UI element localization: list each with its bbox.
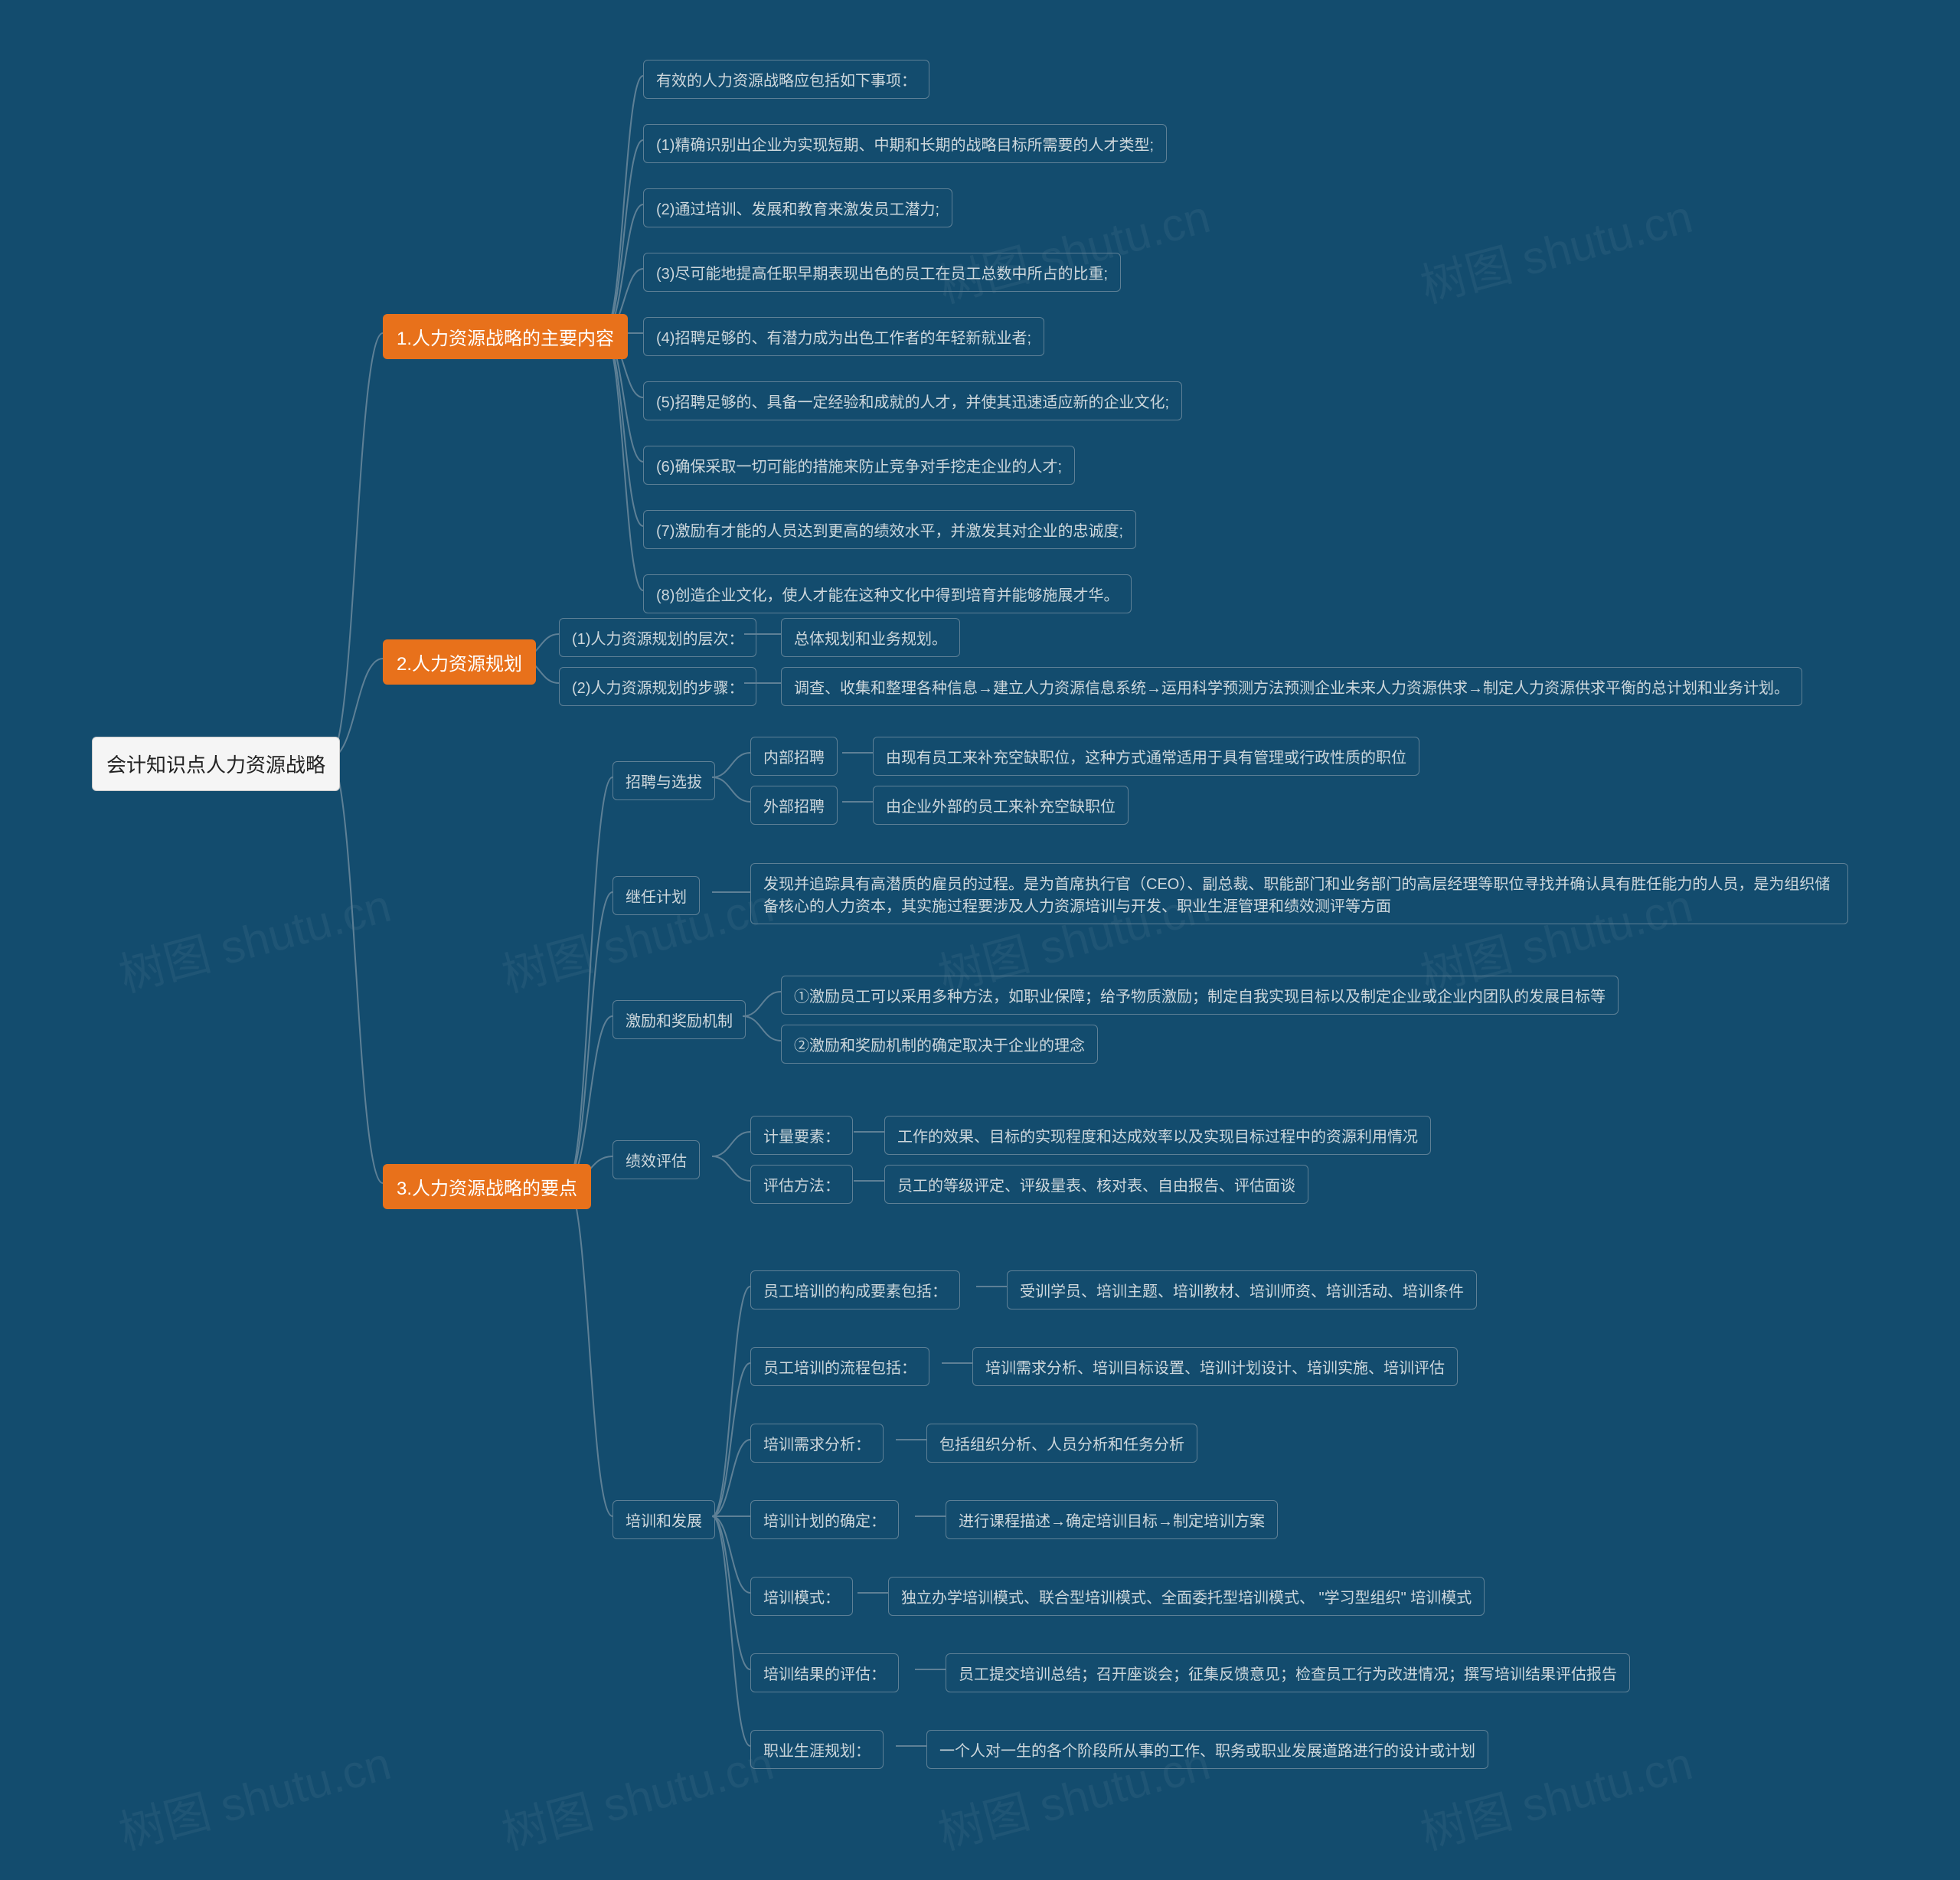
branch-3[interactable]: 3.人力资源战略的要点 [383, 1164, 591, 1209]
b3-train-3-label: 培训计划的确定： [750, 1500, 899, 1539]
b3-incentive: 激励和奖励机制 [612, 1000, 746, 1039]
b1-item-2: (2)通过培训、发展和教育来激发员工潜力; [643, 188, 952, 227]
watermark: 树图 shutu.cn [1413, 179, 1699, 316]
b3-train-4-child: 独立办学培训模式、联合型培训模式、全面委托型培训模式、 "学习型组织" 培训模式 [888, 1577, 1485, 1616]
b3-incentive-0: ①激励员工可以采用多种方法，如职业保障；给予物质激励；制定自我实现目标以及制定企… [781, 976, 1619, 1015]
b3-train-2-child: 包括组织分析、人员分析和任务分析 [926, 1424, 1197, 1463]
watermark: 树图 shutu.cn [930, 179, 1217, 316]
b1-item-4: (4)招聘足够的、有潜力成为出色工作者的年轻新就业者; [643, 317, 1044, 356]
b3-train-1-child: 培训需求分析、培训目标设置、培训计划设计、培训实施、培训评估 [972, 1347, 1458, 1386]
b3-succession: 继任计划 [612, 876, 700, 915]
b1-item-8: (8)创造企业文化，使人才能在这种文化中得到培育并能够施展才华。 [643, 574, 1132, 613]
b1-item-6: (6)确保采取一切可能的措施来防止竞争对手挖走企业的人才; [643, 446, 1075, 485]
watermark: 树图 shutu.cn [494, 1726, 780, 1862]
b3-recruit-internal: 内部招聘 [750, 737, 838, 776]
b3-train-6-label: 职业生涯规划： [750, 1730, 884, 1769]
b1-item-3: (3)尽可能地提高任职早期表现出色的员工在员工总数中所占的比重; [643, 253, 1121, 292]
b3-train-3-child: 进行课程描述→确定培训目标→制定培训方案 [946, 1500, 1278, 1539]
b3-perf-method: 评估方法： [750, 1165, 853, 1204]
branch-1[interactable]: 1.人力资源战略的主要内容 [383, 314, 628, 359]
b1-item-1: (1)精确识别出企业为实现短期、中期和长期的战略目标所需要的人才类型; [643, 124, 1167, 163]
b3-train-5-label: 培训结果的评估： [750, 1653, 899, 1692]
b3-perf: 绩效评估 [612, 1140, 700, 1179]
b3-train: 培训和发展 [612, 1500, 715, 1539]
b3-perf-factor-child: 工作的效果、目标的实现程度和达成效率以及实现目标过程中的资源利用情况 [884, 1116, 1431, 1155]
root-node[interactable]: 会计知识点人力资源战略 [92, 737, 340, 791]
b3-train-4-label: 培训模式： [750, 1577, 853, 1616]
b2-level-label: (1)人力资源规划的层次： [559, 618, 756, 657]
watermark: 树图 shutu.cn [111, 1726, 397, 1862]
b3-recruit-external-child: 由企业外部的员工来补充空缺职位 [873, 786, 1129, 825]
b3-train-2-label: 培训需求分析： [750, 1424, 884, 1463]
b1-item-0: 有效的人力资源战略应包括如下事项： [643, 60, 929, 99]
b3-perf-factor: 计量要素： [750, 1116, 853, 1155]
branch-2[interactable]: 2.人力资源规划 [383, 639, 536, 685]
b3-incentive-1: ②激励和奖励机制的确定取决于企业的理念 [781, 1025, 1098, 1064]
b3-train-0-child: 受训学员、培训主题、培训教材、培训师资、培训活动、培训条件 [1007, 1270, 1477, 1309]
b2-level-child: 总体规划和业务规划。 [781, 618, 960, 657]
b3-recruit-external: 外部招聘 [750, 786, 838, 825]
b3-succession-child: 发现并追踪具有高潜质的雇员的过程。是为首席执行官（CEO）、副总裁、职能部门和业… [750, 863, 1848, 924]
b3-train-0-label: 员工培训的构成要素包括： [750, 1270, 960, 1309]
b3-train-1-label: 员工培训的流程包括： [750, 1347, 929, 1386]
b3-recruit-internal-child: 由现有员工来补充空缺职位，这种方式通常适用于具有管理或行政性质的职位 [873, 737, 1419, 776]
b3-train-5-child: 员工提交培训总结；召开座谈会；征集反馈意见；检查员工行为改进情况；撰写培训结果评… [946, 1653, 1630, 1692]
b1-item-7: (7)激励有才能的人员达到更高的绩效水平，并激发其对企业的忠诚度; [643, 510, 1136, 549]
b2-step-child: 调查、收集和整理各种信息→建立人力资源信息系统→运用科学预测方法预测企业未来人力… [781, 667, 1802, 706]
b2-step-label: (2)人力资源规划的步骤： [559, 667, 756, 706]
b3-recruit: 招聘与选拔 [612, 761, 715, 800]
b3-perf-method-child: 员工的等级评定、评级量表、核对表、自由报告、评估面谈 [884, 1165, 1308, 1204]
watermark: 树图 shutu.cn [111, 868, 397, 1005]
b3-train-6-child: 一个人对一生的各个阶段所从事的工作、职务或职业发展道路进行的设计或计划 [926, 1730, 1488, 1769]
b1-item-5: (5)招聘足够的、具备一定经验和成就的人才，并使其迅速适应新的企业文化; [643, 381, 1182, 420]
